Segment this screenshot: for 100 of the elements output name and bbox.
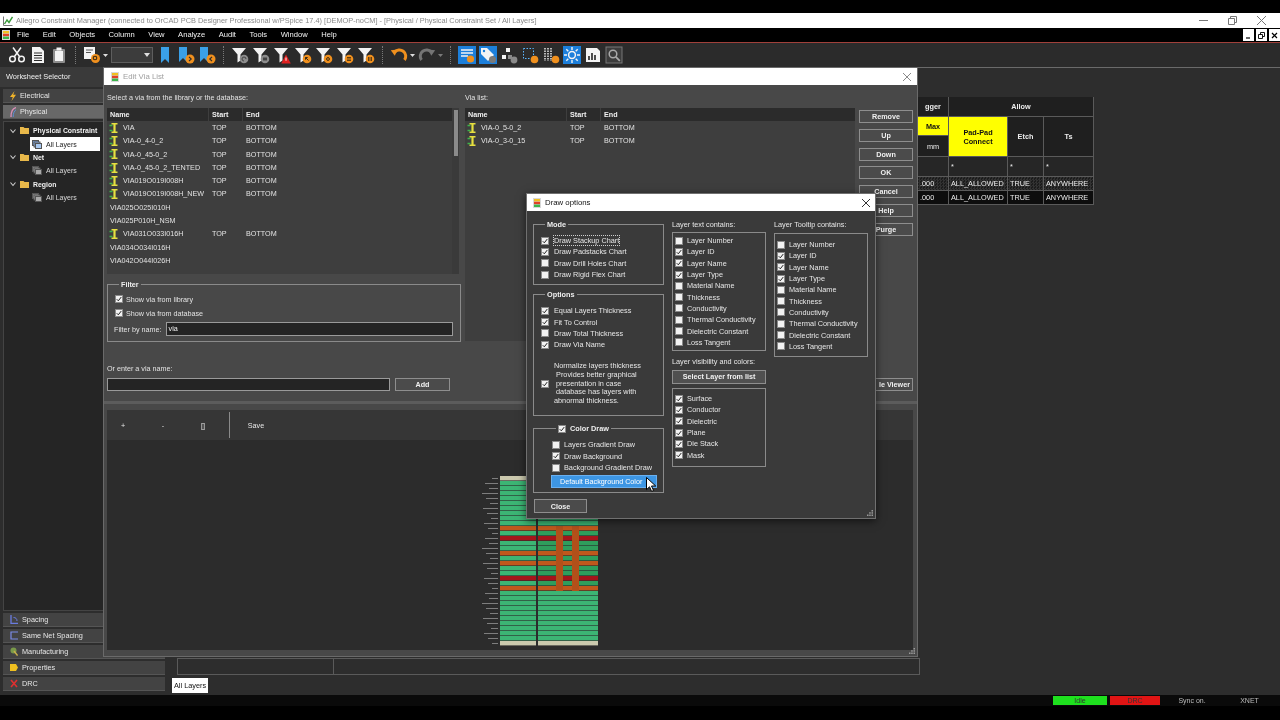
restore-icon[interactable]	[1256, 29, 1267, 41]
caret-icon[interactable]	[410, 53, 415, 57]
checkbox[interactable]	[777, 319, 785, 328]
checkbox[interactable]	[675, 315, 683, 324]
bracket-icon	[10, 631, 18, 640]
ball-stick-icon	[10, 647, 18, 656]
hierarchy-icon[interactable]	[500, 46, 518, 64]
arc-icon	[10, 106, 16, 117]
checkbox[interactable]	[777, 297, 785, 306]
checkbox[interactable]	[115, 309, 123, 317]
checkbox[interactable]	[675, 304, 683, 313]
bookmark-previous-icon[interactable]	[198, 46, 216, 64]
via-icon	[109, 122, 118, 133]
chevron-icon[interactable]	[10, 127, 16, 134]
clipboard-icon[interactable]	[50, 46, 68, 64]
via-icon	[467, 135, 476, 146]
funnel-icon[interactable]	[273, 46, 291, 64]
chevron-icon[interactable]	[10, 181, 16, 188]
funnel-icon[interactable]	[336, 46, 354, 64]
checkbox[interactable]	[777, 285, 785, 294]
checkbox[interactable]	[541, 379, 549, 388]
checkbox[interactable]	[541, 236, 549, 245]
via-icon	[109, 189, 118, 200]
checkbox[interactable]	[552, 463, 560, 472]
checkbox[interactable]	[675, 259, 683, 268]
checkbox[interactable]	[777, 274, 785, 283]
funnel-icon[interactable]	[252, 46, 270, 64]
horizontal-scrollbar[interactable]	[177, 658, 920, 675]
chevron-icon[interactable]	[10, 154, 16, 161]
resize-grip-icon[interactable]	[867, 510, 873, 516]
checkbox[interactable]	[777, 240, 785, 249]
checkbox[interactable]	[675, 451, 683, 460]
folder-icon	[20, 153, 29, 161]
checkbox[interactable]	[675, 270, 683, 279]
resize-grip-icon[interactable]	[909, 648, 915, 654]
funnel-icon[interactable]	[294, 46, 312, 64]
checkbox[interactable]	[552, 441, 560, 449]
close-icon[interactable]	[862, 198, 870, 207]
checkbox[interactable]	[675, 236, 683, 245]
checkbox[interactable]	[675, 281, 683, 290]
striped-page-icon	[111, 71, 119, 82]
list-icon[interactable]	[458, 46, 476, 64]
scissors-icon[interactable]	[8, 46, 26, 64]
minimize-icon[interactable]	[1243, 29, 1254, 41]
caret-icon[interactable]	[144, 53, 150, 57]
close-icon[interactable]	[1269, 29, 1280, 41]
chart-icon[interactable]	[584, 46, 602, 64]
via-icon	[109, 149, 118, 160]
funnel-icon[interactable]	[231, 46, 249, 64]
mouse-cursor-icon	[646, 477, 656, 492]
checkbox[interactable]	[675, 439, 683, 448]
checkbox[interactable]	[541, 270, 549, 279]
checkbox[interactable]	[541, 306, 549, 315]
layers-icon	[32, 193, 42, 203]
vertical-scrollbar[interactable]	[452, 108, 459, 274]
document-icon[interactable]	[29, 46, 47, 64]
page-search-icon[interactable]	[83, 46, 101, 64]
bookmark-next-icon[interactable]	[177, 46, 195, 64]
checkbox[interactable]	[541, 340, 549, 349]
tag-icon[interactable]	[479, 46, 497, 64]
undo-icon[interactable]	[390, 46, 408, 64]
striped-page-icon[interactable]	[2, 30, 10, 40]
checkbox[interactable]	[541, 329, 549, 338]
checkbox[interactable]	[777, 251, 785, 260]
line-chart-icon	[3, 15, 13, 26]
sun-icon[interactable]	[563, 46, 581, 64]
columns-icon[interactable]	[542, 46, 560, 64]
search-icon[interactable]	[605, 46, 623, 64]
checkbox[interactable]	[675, 338, 683, 347]
folder-icon	[20, 180, 29, 188]
folder-icon	[20, 127, 29, 135]
layers-icon	[32, 166, 42, 176]
caret-icon[interactable]	[103, 53, 108, 57]
checkbox[interactable]	[777, 342, 785, 351]
funnel-icon[interactable]	[357, 46, 375, 64]
checkbox[interactable]	[115, 295, 123, 303]
checkbox[interactable]	[777, 308, 785, 317]
checkbox[interactable]	[541, 247, 549, 256]
checkbox[interactable]	[541, 318, 549, 327]
checkbox[interactable]	[552, 452, 560, 461]
checkbox[interactable]	[558, 424, 566, 433]
via-icon	[109, 175, 118, 186]
funnel-icon[interactable]	[315, 46, 333, 64]
via-name-field[interactable]	[107, 378, 390, 391]
checkbox[interactable]	[675, 293, 683, 302]
via-icon	[109, 229, 118, 239]
checkbox[interactable]	[675, 327, 683, 335]
checkbox[interactable]	[777, 263, 785, 272]
tag-icon	[10, 664, 18, 671]
checkbox[interactable]	[675, 247, 683, 256]
checkbox[interactable]	[675, 428, 683, 437]
via-icon	[467, 122, 476, 133]
layers-icon	[32, 139, 42, 149]
checkbox[interactable]	[675, 405, 683, 414]
checkbox[interactable]	[777, 331, 785, 339]
checkbox[interactable]	[675, 394, 683, 403]
dotted-square-icon[interactable]	[521, 46, 539, 64]
via-barrel	[556, 526, 563, 591]
checkbox[interactable]	[675, 417, 683, 426]
checkbox[interactable]	[541, 259, 549, 268]
